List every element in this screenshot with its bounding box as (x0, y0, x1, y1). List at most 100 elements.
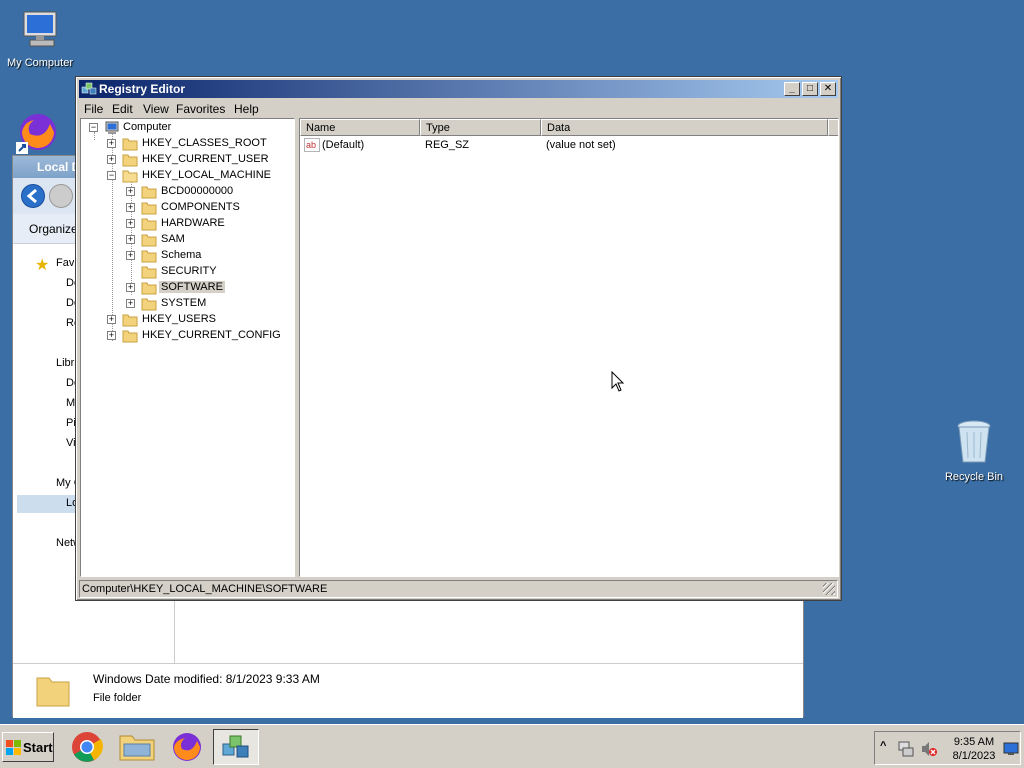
registry-tree-pane[interactable]: − Computer + HKEY_CLASSES_ROOT + HKEY_CU… (80, 118, 295, 577)
expand-toggle[interactable]: + (126, 283, 135, 292)
tree-node-hardware[interactable]: + HARDWARE (81, 216, 291, 232)
forward-button[interactable] (49, 184, 73, 208)
expand-toggle[interactable]: + (126, 219, 135, 228)
system-tray: ^ 9:35 AM 8/1/2023 (874, 731, 1021, 765)
expand-toggle[interactable]: + (126, 251, 135, 260)
tree-node-label: HKEY_CLASSES_ROOT (142, 137, 267, 149)
menu-view[interactable]: View (143, 102, 169, 116)
tree-node-hkey-users[interactable]: + HKEY_USERS (81, 312, 291, 328)
tree-node-components[interactable]: + COMPONENTS (81, 200, 291, 216)
column-header-data[interactable]: Data (541, 119, 828, 136)
taskbar-firefox[interactable] (164, 729, 210, 765)
regedit-title: Registry Editor (99, 82, 186, 96)
back-button[interactable] (21, 184, 45, 208)
tree-node-bcd[interactable]: + BCD00000000 (81, 184, 291, 200)
tree-node-hkey-local-machine[interactable]: − HKEY_LOCAL_MACHINE (81, 168, 291, 184)
taskbar-regedit[interactable] (213, 729, 259, 765)
computer-icon (23, 11, 57, 47)
tree-node-label: COMPONENTS (161, 201, 240, 213)
tree-node-label: SECURITY (161, 265, 217, 277)
column-header-name[interactable]: Name (300, 119, 420, 136)
expand-toggle[interactable]: + (126, 187, 135, 196)
desktop-icon-label: Recycle Bin (944, 471, 1004, 483)
resize-grip[interactable] (823, 583, 835, 595)
tree-node-software[interactable]: + SOFTWARE (81, 280, 291, 296)
menu-file[interactable]: File (84, 102, 103, 116)
value-data: (value not set) (546, 139, 616, 151)
expand-toggle[interactable]: + (107, 331, 116, 340)
tree-node-schema[interactable]: + Schema (81, 248, 291, 264)
clock[interactable]: 9:35 AM 8/1/2023 (945, 735, 1003, 763)
expand-toggle[interactable]: + (126, 235, 135, 244)
tree-node-sam[interactable]: + SAM (81, 232, 291, 248)
open-folder-icon (122, 170, 138, 183)
explorer-title: Local D (37, 160, 81, 174)
value-name: (Default) (322, 139, 365, 151)
volume-muted-icon[interactable] (920, 740, 938, 758)
recycle-bin-icon (957, 420, 991, 463)
mouse-cursor-icon (611, 371, 625, 392)
nav-item[interactable]: Fav (56, 257, 74, 269)
tree-node-label: HKEY_CURRENT_CONFIG (142, 329, 281, 341)
show-desktop-icon[interactable] (1003, 742, 1019, 756)
taskbar-explorer[interactable] (114, 729, 160, 765)
taskbar-chrome[interactable] (64, 729, 110, 765)
chrome-icon (72, 732, 103, 762)
registry-values-pane[interactable]: Name Type Data ab (Default) REG_SZ (valu… (299, 118, 839, 577)
menu-bar: File Edit View Favorites Help (79, 99, 838, 118)
minimize-icon: _ (789, 83, 795, 94)
registry-editor-window[interactable]: Registry Editor _ □ ✕ File Edit View Fav… (75, 76, 842, 601)
maximize-button[interactable]: □ (802, 82, 818, 96)
expand-toggle[interactable]: + (126, 203, 135, 212)
firefox-icon (173, 733, 201, 761)
tree-node-label: SAM (161, 233, 185, 245)
tree-node-hkey-classes-root[interactable]: + HKEY_CLASSES_ROOT (81, 136, 291, 152)
tree-node-security[interactable]: SECURITY (81, 264, 291, 280)
details-date-label: Date modified: (145, 672, 223, 686)
organize-button[interactable]: Organize (29, 222, 78, 236)
expand-toggle[interactable]: + (126, 299, 135, 308)
tree-node-hkey-current-config[interactable]: + HKEY_CURRENT_CONFIG (81, 328, 291, 344)
favorites-star-icon: ★ (35, 257, 50, 274)
folder-icon (141, 282, 157, 295)
menu-favorites[interactable]: Favorites (176, 102, 225, 116)
details-item-name: Windows (93, 672, 142, 686)
expand-toggle[interactable]: + (107, 139, 116, 148)
tree-node-computer[interactable]: − Computer (81, 120, 291, 136)
tree-node-hkey-current-user[interactable]: + HKEY_CURRENT_USER (81, 152, 291, 168)
folder-icon (141, 186, 157, 199)
status-bar: Computer\HKEY_LOCAL_MACHINE\SOFTWARE (79, 580, 838, 598)
column-header-filler (828, 119, 838, 136)
folder-icon (122, 138, 138, 151)
minimize-button[interactable]: _ (784, 82, 800, 96)
details-date-value: 8/1/2023 9:33 AM (225, 672, 320, 686)
tree-node-system[interactable]: + SYSTEM (81, 296, 291, 312)
desktop-icon-recycle-bin[interactable]: Recycle Bin (934, 418, 1014, 483)
menu-edit[interactable]: Edit (112, 102, 133, 116)
desktop-icon-my-computer[interactable]: My Computer (0, 8, 80, 69)
tray-expand-button[interactable]: ^ (880, 740, 886, 752)
firefox-shortcut-icon[interactable] (16, 110, 60, 157)
tree-node-label: HKEY_LOCAL_MACHINE (142, 169, 271, 181)
explorer-details-pane: Windows Date modified: 8/1/2023 9:33 AM … (13, 663, 803, 718)
expand-toggle[interactable]: + (107, 315, 116, 324)
menu-help[interactable]: Help (234, 102, 259, 116)
column-header-type[interactable]: Type (420, 119, 541, 136)
svg-text:ab: ab (306, 140, 316, 150)
collapse-toggle[interactable]: − (107, 171, 116, 180)
folder-icon (141, 234, 157, 247)
windows-logo-icon (6, 740, 21, 755)
clock-time: 9:35 AM (953, 736, 995, 748)
collapse-toggle[interactable]: − (89, 123, 98, 132)
table-row[interactable]: ab (Default) REG_SZ (value not set) (300, 138, 838, 154)
expand-toggle[interactable]: + (107, 155, 116, 164)
network-icon[interactable] (897, 740, 915, 758)
clock-date: 8/1/2023 (952, 750, 996, 762)
start-button[interactable]: Start (2, 732, 54, 762)
regedit-app-icon (222, 735, 249, 758)
taskbar: Start ^ 9:35 AM 8/1/2023 (0, 724, 1024, 768)
back-arrow-icon (26, 188, 37, 204)
tree-node-label: SYSTEM (161, 297, 207, 309)
close-button[interactable]: ✕ (820, 82, 836, 96)
regedit-title-bar[interactable]: Registry Editor _ □ ✕ (79, 80, 838, 98)
